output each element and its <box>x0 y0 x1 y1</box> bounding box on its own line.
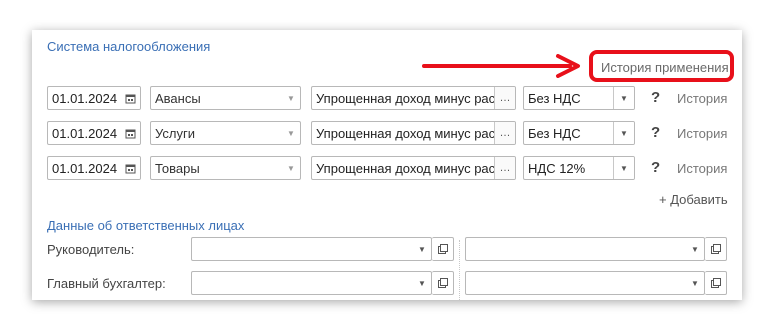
history-link[interactable]: История <box>677 91 727 106</box>
open-form-icon <box>437 278 448 288</box>
operation-type-select[interactable]: Товары ▼ <box>150 156 301 180</box>
tax-system-value: Упрощенная доход минус расход <box>316 160 494 176</box>
tax-system-field[interactable]: Упрощенная доход минус расход … <box>311 121 516 145</box>
chevron-down-icon[interactable]: ▼ <box>282 129 300 138</box>
date-value: 01.01.2024 <box>52 160 118 176</box>
chevron-down-icon[interactable]: ▼ <box>413 245 431 254</box>
chief-accountant-field[interactable]: ▼ <box>191 271 432 295</box>
director-field[interactable]: ▼ <box>191 237 432 261</box>
chief-accountant-label: Главный бухгалтер: <box>47 276 166 291</box>
history-link[interactable]: История <box>677 126 727 141</box>
operation-type-value: Товары <box>155 160 200 176</box>
help-icon[interactable]: ? <box>651 124 660 141</box>
chevron-down-icon[interactable]: ▼ <box>413 279 431 288</box>
open-form-button[interactable] <box>432 237 454 261</box>
operation-type-select[interactable]: Услуги ▼ <box>150 121 301 145</box>
vat-select[interactable]: Без НДС ▼ <box>523 86 635 110</box>
open-form-icon <box>710 278 721 288</box>
chevron-down-icon[interactable]: ▼ <box>686 279 704 288</box>
chevron-down-icon[interactable]: ▼ <box>613 122 634 144</box>
tax-system-field[interactable]: Упрощенная доход минус расход … <box>311 156 516 180</box>
operation-type-select[interactable]: Авансы ▼ <box>150 86 301 110</box>
annotation-arrow <box>422 54 580 78</box>
open-form-button[interactable] <box>432 271 454 295</box>
vat-value: НДС 12% <box>528 160 586 176</box>
tax-system-value: Упрощенная доход минус расход <box>316 125 494 141</box>
chevron-down-icon[interactable]: ▼ <box>686 245 704 254</box>
chevron-down-icon[interactable]: ▼ <box>613 87 634 109</box>
tax-system-field[interactable]: Упрощенная доход минус расход … <box>311 86 516 110</box>
column-separator <box>459 240 460 300</box>
date-field[interactable]: 01.01.2024 <box>47 121 141 145</box>
date-field[interactable]: 01.01.2024 <box>47 86 141 110</box>
vat-value: Без НДС <box>528 90 581 106</box>
chevron-down-icon[interactable]: ▼ <box>613 157 634 179</box>
ellipsis-icon[interactable]: … <box>494 122 515 144</box>
calendar-icon[interactable] <box>120 87 140 109</box>
vat-select[interactable]: НДС 12% ▼ <box>523 156 635 180</box>
history-link[interactable]: История <box>677 161 727 176</box>
help-icon[interactable]: ? <box>651 159 660 176</box>
calendar-icon[interactable] <box>120 122 140 144</box>
chief-accountant-field-2[interactable]: ▼ <box>465 271 705 295</box>
ellipsis-icon[interactable]: … <box>494 87 515 109</box>
vat-value: Без НДС <box>528 125 581 141</box>
date-field[interactable]: 01.01.2024 <box>47 156 141 180</box>
organization-form: Система налогообложения История применен… <box>32 30 742 300</box>
open-form-button[interactable] <box>705 271 727 295</box>
vat-select[interactable]: Без НДС ▼ <box>523 121 635 145</box>
open-form-button[interactable] <box>705 237 727 261</box>
director-label: Руководитель: <box>47 242 135 257</box>
add-button[interactable]: + Добавить <box>659 192 728 207</box>
chevron-down-icon[interactable]: ▼ <box>282 164 300 173</box>
chevron-down-icon[interactable]: ▼ <box>282 94 300 103</box>
date-value: 01.01.2024 <box>52 90 118 106</box>
open-form-icon <box>710 244 721 254</box>
responsible-section-title: Данные об ответственных лицах <box>47 218 245 233</box>
calendar-icon[interactable] <box>120 157 140 179</box>
operation-type-value: Авансы <box>155 90 201 106</box>
taxation-section-title: Система налогообложения <box>47 39 211 54</box>
date-value: 01.01.2024 <box>52 125 118 141</box>
open-form-icon <box>437 244 448 254</box>
ellipsis-icon[interactable]: … <box>494 157 515 179</box>
help-icon[interactable]: ? <box>651 89 660 106</box>
director-field-2[interactable]: ▼ <box>465 237 705 261</box>
operation-type-value: Услуги <box>155 125 195 141</box>
history-of-use-link[interactable]: История применения <box>601 60 729 75</box>
tax-system-value: Упрощенная доход минус расход <box>316 90 494 106</box>
